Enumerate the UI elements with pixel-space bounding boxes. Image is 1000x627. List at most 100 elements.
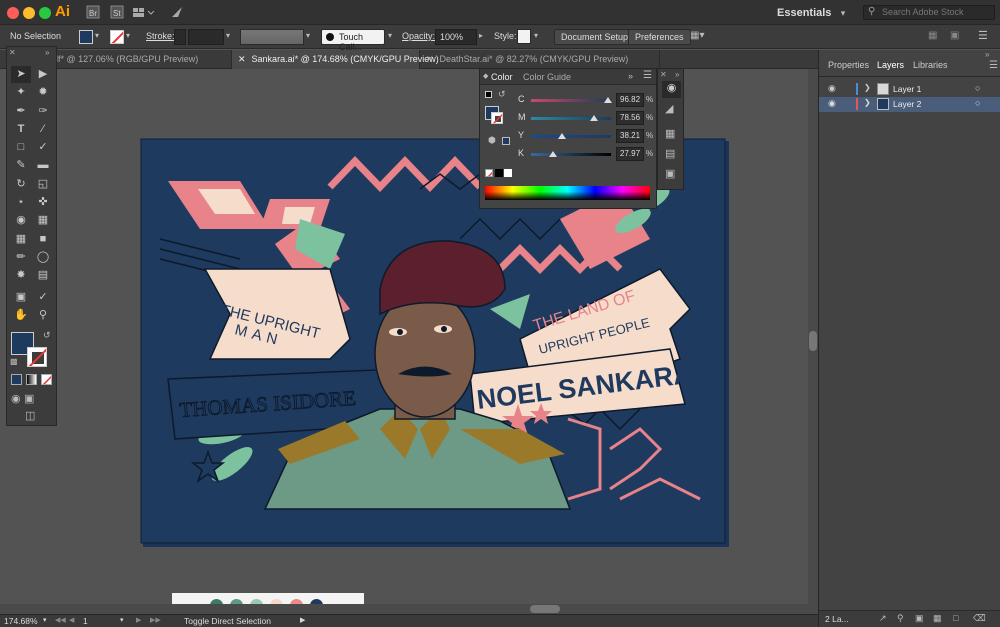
chevron-down-icon[interactable]: ▾ bbox=[388, 31, 392, 40]
close-icon[interactable]: ✕ bbox=[9, 48, 16, 57]
tab-properties[interactable]: Properties bbox=[828, 60, 869, 70]
workspace-switcher[interactable]: Essentials ▾ bbox=[777, 5, 845, 20]
hand-tool-icon[interactable]: ✋ bbox=[11, 307, 31, 324]
align-panel-icon[interactable]: ▤ bbox=[665, 147, 675, 160]
curvature-tool-icon[interactable]: ✑ bbox=[33, 103, 53, 120]
channel-value-field[interactable]: 27.97 bbox=[616, 147, 644, 161]
bridge-icon[interactable]: Br bbox=[86, 5, 100, 20]
zoom-tool-icon[interactable]: ⚲ bbox=[33, 307, 53, 324]
rectangle-tool-icon[interactable]: □ bbox=[11, 139, 31, 156]
document-setup-button[interactable]: Document Setup bbox=[554, 29, 636, 45]
perspective-grid-tool-icon[interactable]: ▦ bbox=[33, 212, 53, 229]
arrange-icon[interactable]: ▦ bbox=[928, 30, 937, 41]
panel-menu-icon[interactable]: ☰ bbox=[643, 70, 652, 81]
close-icon[interactable]: ✕ bbox=[660, 70, 667, 79]
transform-icon[interactable]: ▣ bbox=[950, 30, 959, 41]
chevron-down-icon[interactable]: ▾ bbox=[126, 31, 130, 40]
type-tool-icon[interactable]: T bbox=[11, 121, 31, 138]
target-icon[interactable]: ○ bbox=[975, 98, 980, 108]
minimize-window-button[interactable] bbox=[23, 7, 35, 19]
stroke-weight-stepper[interactable] bbox=[174, 29, 186, 45]
slider-thumb[interactable] bbox=[604, 97, 613, 103]
eyedropper-tool-icon[interactable]: ✏ bbox=[11, 249, 31, 266]
eye-icon[interactable]: ◉ bbox=[828, 83, 836, 94]
chevron-down-icon[interactable]: ▾ bbox=[306, 31, 310, 40]
pen-tool-icon[interactable]: ✒ bbox=[11, 103, 31, 120]
last-artboard-icon[interactable]: ▶▶ bbox=[150, 616, 161, 624]
gamut-swatch[interactable] bbox=[502, 137, 510, 145]
eye-icon[interactable]: ◉ bbox=[828, 98, 836, 109]
collapse-icon[interactable]: » bbox=[628, 71, 633, 81]
tab-sankara[interactable]: ✕ Sankara.ai* @ 174.68% (CMYK/GPU Preview… bbox=[232, 50, 439, 69]
chevron-right-icon[interactable]: ▶ bbox=[300, 616, 305, 624]
maximize-window-button[interactable] bbox=[39, 7, 51, 19]
expand-icon[interactable]: » bbox=[675, 70, 679, 79]
selection-tool-icon[interactable]: ➤ bbox=[11, 66, 31, 83]
opacity-label[interactable]: Opacity: bbox=[402, 31, 435, 41]
channel-slider[interactable] bbox=[531, 135, 611, 138]
channel-value-field[interactable]: 38.21 bbox=[616, 129, 644, 143]
target-icon[interactable]: ○ bbox=[975, 83, 980, 93]
graphic-style-swatch[interactable] bbox=[517, 29, 531, 44]
chevron-right-icon[interactable]: ❯ bbox=[864, 83, 871, 92]
tab-libraries[interactable]: Libraries bbox=[913, 60, 948, 70]
new-layer-icon[interactable]: □ bbox=[953, 613, 958, 623]
first-artboard-icon[interactable]: ◀◀ bbox=[55, 616, 66, 624]
draw-inside-icon[interactable]: ▣ bbox=[24, 392, 34, 405]
color-guide-panel-icon[interactable]: ◢ bbox=[665, 102, 673, 115]
tab-layers[interactable]: Layers bbox=[877, 60, 904, 70]
brush-definition[interactable]: Touch Call... bbox=[321, 29, 385, 52]
tab-color-guide[interactable]: Color Guide bbox=[523, 72, 571, 82]
menu-icon[interactable]: ☰ bbox=[978, 29, 988, 42]
color-mode-icon[interactable] bbox=[11, 374, 22, 385]
chevron-down-icon[interactable]: ▾ bbox=[226, 31, 230, 40]
drawing-mode-icon[interactable]: ◉ bbox=[11, 392, 21, 405]
locate-object-icon[interactable]: ⚲ bbox=[897, 613, 904, 624]
pathfinder-panel-icon[interactable]: ▣ bbox=[665, 167, 675, 180]
stroke-swatch[interactable] bbox=[110, 30, 124, 44]
trash-icon[interactable]: ⌫ bbox=[973, 613, 986, 624]
line-tool-icon[interactable]: ∕ bbox=[33, 121, 53, 138]
panel-menu-icon[interactable]: ☰ bbox=[989, 60, 998, 71]
white-swatch[interactable] bbox=[504, 169, 512, 177]
direct-selection-tool-icon[interactable]: ▶ bbox=[33, 66, 53, 83]
paintbrush-tool-icon[interactable]: ✓ bbox=[33, 139, 53, 156]
transform-panel-icon[interactable]: ▦ bbox=[665, 127, 675, 140]
horizontal-scroll-thumb[interactable] bbox=[530, 605, 560, 613]
swap-fill-stroke-icon[interactable]: ↺ bbox=[43, 330, 51, 341]
slider-thumb[interactable] bbox=[557, 133, 566, 139]
channel-slider[interactable] bbox=[531, 153, 611, 156]
clipping-mask-icon[interactable]: ▣ bbox=[915, 613, 924, 624]
close-icon[interactable]: ✕ bbox=[426, 54, 434, 64]
screen-mode-icon[interactable]: ◫ bbox=[25, 409, 35, 422]
gpu-performance-icon[interactable] bbox=[170, 5, 184, 20]
opacity-field[interactable]: 100% bbox=[435, 29, 477, 45]
channel-slider[interactable] bbox=[531, 117, 611, 120]
width-tool-icon[interactable]: ⋆ bbox=[11, 194, 31, 211]
chevron-right-icon[interactable]: ▸ bbox=[479, 31, 483, 40]
chevron-down-icon[interactable]: ▾ bbox=[534, 31, 538, 40]
new-sublayer-icon[interactable]: ▦ bbox=[933, 613, 942, 624]
chevron-down-icon[interactable]: ▾ bbox=[120, 616, 124, 624]
artboard-tool-icon[interactable]: ▣ bbox=[11, 289, 31, 306]
layer-row[interactable]: ◉ ❯ Layer 1 ○ bbox=[819, 82, 1000, 97]
chevron-down-icon[interactable]: ▾ bbox=[95, 31, 99, 40]
eraser-tool-icon[interactable]: ▬ bbox=[33, 157, 53, 174]
gradient-mode-icon[interactable] bbox=[26, 374, 37, 385]
stroke-label[interactable]: Stroke: bbox=[146, 31, 175, 41]
column-graph-tool-icon[interactable]: ▤ bbox=[33, 267, 53, 284]
mesh-tool-icon[interactable]: ▦ bbox=[11, 231, 31, 248]
close-window-button[interactable] bbox=[7, 7, 19, 19]
canvas-area[interactable]: THE UPRIGHT MAN THE LAND OF UPRIGHT PEOP… bbox=[0, 69, 808, 614]
vertical-scroll-thumb[interactable] bbox=[809, 331, 817, 351]
collapse-icon[interactable]: » bbox=[45, 48, 49, 57]
layer-row-selected[interactable]: ◉ ❯ Layer 2 ○ bbox=[819, 97, 1000, 112]
layer-name[interactable]: Layer 2 bbox=[893, 99, 921, 109]
gradient-tool-icon[interactable]: ■ bbox=[33, 231, 53, 248]
black-swatch[interactable] bbox=[495, 169, 503, 177]
tab-color[interactable]: Color bbox=[491, 72, 513, 82]
zoom-level[interactable]: 174.68% bbox=[4, 616, 38, 626]
next-artboard-icon[interactable]: ▶ bbox=[136, 616, 141, 624]
channel-slider[interactable] bbox=[531, 99, 611, 102]
stock-icon[interactable]: St bbox=[110, 5, 124, 20]
